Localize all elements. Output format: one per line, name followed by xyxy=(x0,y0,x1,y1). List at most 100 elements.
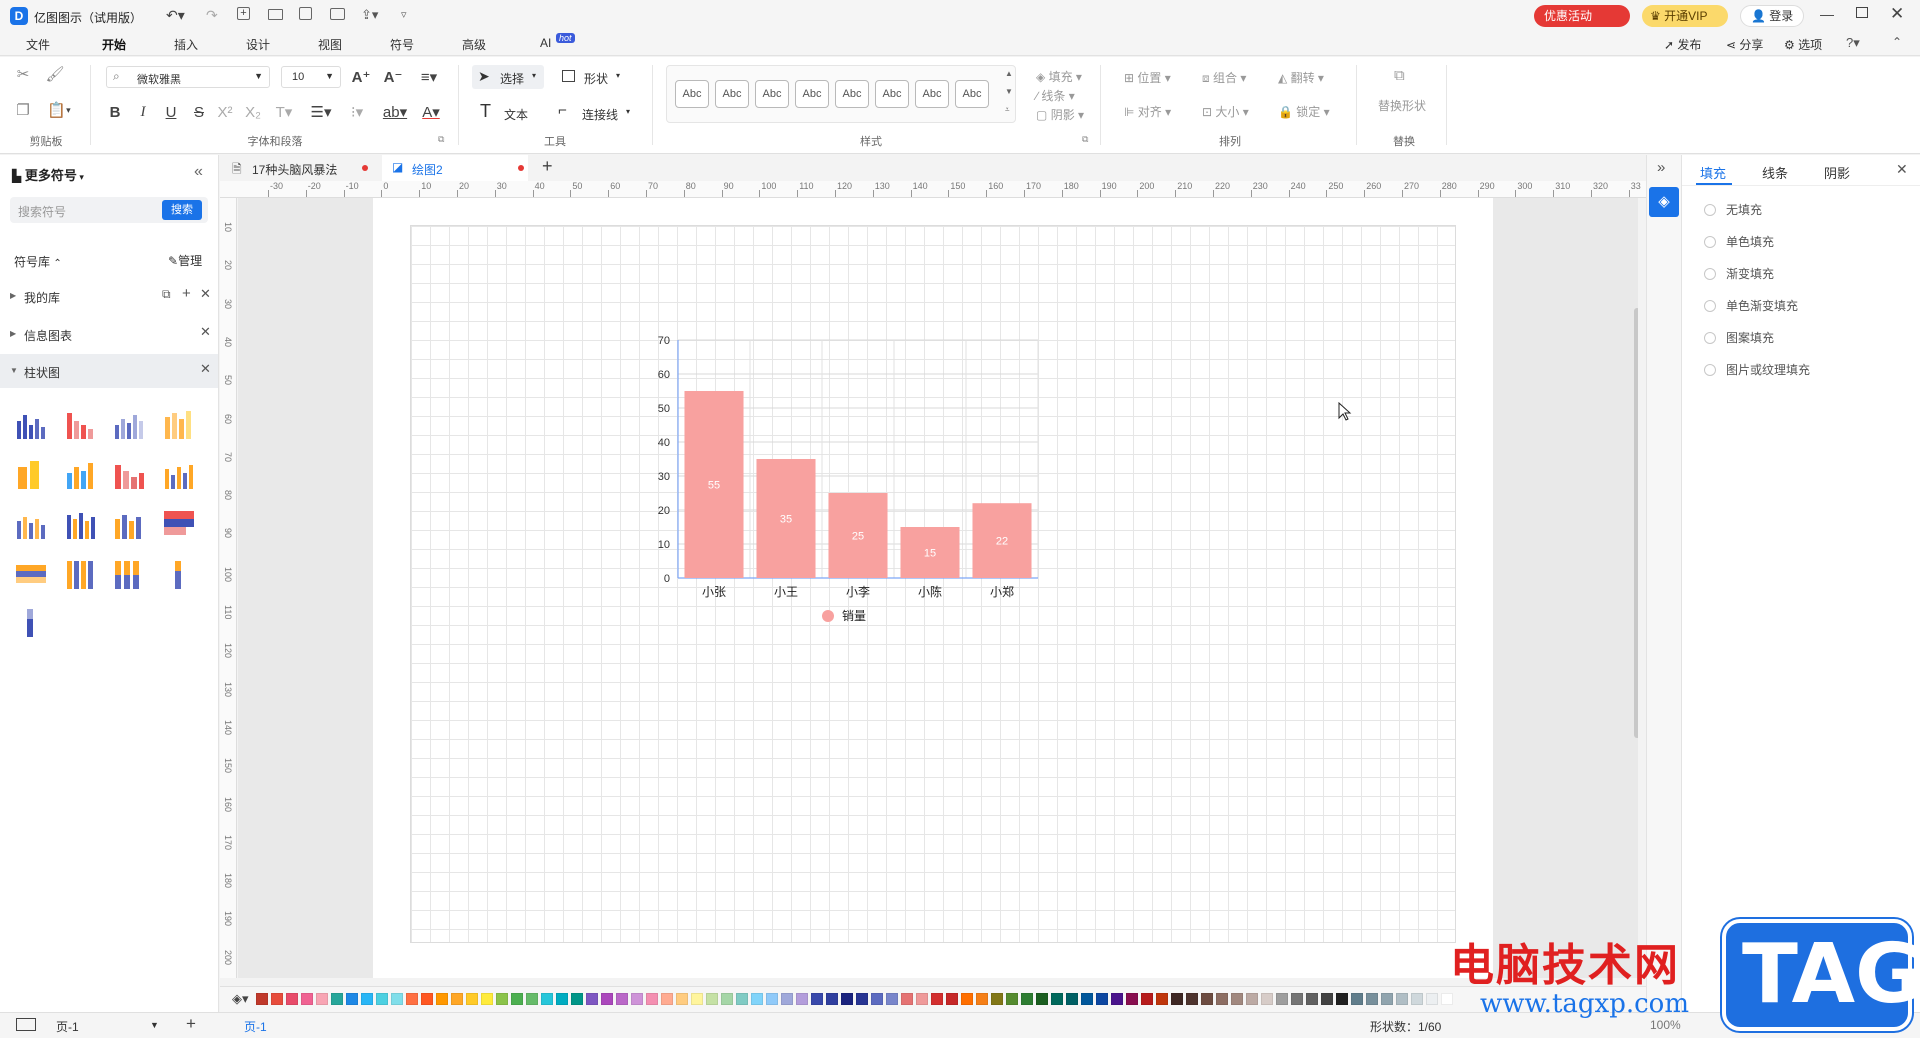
new-tab-button[interactable]: + xyxy=(542,156,553,177)
tab-fill[interactable]: 填充 xyxy=(1700,163,1726,182)
symbol-thumb[interactable] xyxy=(14,557,48,591)
color-swatch[interactable] xyxy=(871,993,883,1005)
color-swatch[interactable] xyxy=(1111,993,1123,1005)
color-swatch[interactable] xyxy=(676,993,688,1005)
restore-button[interactable] xyxy=(1856,7,1868,18)
color-swatch[interactable] xyxy=(406,993,418,1005)
copy-icon[interactable]: ❐ xyxy=(12,99,34,121)
color-swatch[interactable] xyxy=(481,993,493,1005)
lock-button[interactable]: 🔒 锁定 ▾ xyxy=(1278,103,1330,120)
color-swatch[interactable] xyxy=(1351,993,1363,1005)
superscript-icon[interactable]: X² xyxy=(214,101,236,123)
format-painter-icon[interactable]: 🖌 xyxy=(44,63,66,85)
symbol-thumb[interactable] xyxy=(64,407,98,441)
style-sample[interactable]: Abc xyxy=(875,80,909,108)
bar-chart[interactable]: 0 10 20 30 40 50 60 70 55 小张 35 小王 25 小李 15 小陈 22 小郑销量 xyxy=(638,328,1058,638)
color-swatch[interactable] xyxy=(1336,993,1348,1005)
color-swatch[interactable] xyxy=(556,993,568,1005)
color-swatch[interactable] xyxy=(736,993,748,1005)
shape-tool-button[interactable]: 形状 ▾ xyxy=(558,65,630,89)
color-swatch[interactable] xyxy=(301,993,313,1005)
tab-line[interactable]: 线条 xyxy=(1762,163,1788,182)
style-sample[interactable]: Abc xyxy=(955,80,989,108)
color-swatch[interactable] xyxy=(631,993,643,1005)
gallery-scroll-down-icon[interactable]: ▼ xyxy=(1005,87,1013,96)
increase-font-icon[interactable]: A⁺ xyxy=(350,66,372,88)
color-swatch[interactable] xyxy=(1021,993,1033,1005)
shadow-button[interactable]: ▢ 阴影 ▾ xyxy=(1036,106,1084,123)
color-swatch[interactable] xyxy=(616,993,628,1005)
color-swatch[interactable] xyxy=(1381,993,1393,1005)
decrease-font-icon[interactable]: A⁻ xyxy=(382,66,404,88)
library-item-infographic[interactable]: ▶ 信息图表 ✕ xyxy=(0,317,218,351)
color-swatch[interactable] xyxy=(571,993,583,1005)
radio[interactable] xyxy=(1704,363,1716,376)
color-swatch[interactable] xyxy=(991,993,1003,1005)
share-button[interactable]: ⋖ 分享 xyxy=(1726,36,1763,53)
color-swatch[interactable] xyxy=(376,993,388,1005)
align-text-icon[interactable]: ≡▾ xyxy=(414,66,444,88)
color-swatch[interactable] xyxy=(1051,993,1063,1005)
customize-icon[interactable]: ▿ xyxy=(401,8,407,21)
page-tab[interactable]: 页-1 xyxy=(244,1018,267,1035)
color-swatch[interactable] xyxy=(976,993,988,1005)
collapse-panel-icon[interactable]: « xyxy=(194,163,203,181)
menu-view[interactable]: 视图 xyxy=(318,36,342,53)
color-swatch[interactable] xyxy=(526,993,538,1005)
color-swatch[interactable] xyxy=(1291,993,1303,1005)
expand-panel-icon[interactable]: » xyxy=(1657,159,1665,176)
line-spacing-icon[interactable]: ☰▾ xyxy=(306,101,336,123)
page-selector[interactable]: 页-1 ▼ xyxy=(56,1018,166,1035)
align-button[interactable]: ⊫ 对齐 ▾ xyxy=(1124,103,1171,120)
paste-icon[interactable]: 📋 ▾ xyxy=(44,99,74,121)
symbol-thumb[interactable] xyxy=(162,407,196,441)
radio[interactable] xyxy=(1704,299,1716,312)
close-window-button[interactable]: ✕ xyxy=(1890,4,1904,24)
library-item-my-library[interactable]: ▶ 我的库 ⧉ + ✕ xyxy=(0,279,218,313)
symbol-thumb[interactable] xyxy=(162,457,196,491)
color-swatch[interactable] xyxy=(331,993,343,1005)
position-button[interactable]: ⊞ 位置 ▾ xyxy=(1124,69,1171,86)
print-icon[interactable] xyxy=(330,8,345,20)
color-swatch[interactable] xyxy=(661,993,673,1005)
promo-button[interactable]: 优惠活动 xyxy=(1534,5,1630,27)
gallery-scroll-up-icon[interactable]: ▲ xyxy=(1005,69,1013,78)
color-swatch[interactable] xyxy=(901,993,913,1005)
style-sample[interactable]: Abc xyxy=(755,80,789,108)
color-swatch[interactable] xyxy=(1156,993,1168,1005)
export-icon[interactable]: ⇪▾ xyxy=(361,7,378,23)
connector-tool-button[interactable]: ⌐ 连接线 ▾ xyxy=(556,101,636,125)
line-button[interactable]: ∕ 线条 ▾ xyxy=(1036,87,1075,104)
option-single-gradient-fill[interactable]: 单色渐变填充 xyxy=(1704,297,1798,314)
tab-drawing2[interactable]: ◪ 绘图2 xyxy=(382,155,528,181)
color-swatch[interactable] xyxy=(1066,993,1078,1005)
color-swatch[interactable] xyxy=(1036,993,1048,1005)
style-sample[interactable]: Abc xyxy=(795,80,829,108)
color-swatch[interactable] xyxy=(931,993,943,1005)
color-swatch[interactable] xyxy=(1006,993,1018,1005)
symbol-thumb[interactable] xyxy=(112,557,146,591)
color-swatch[interactable] xyxy=(826,993,838,1005)
color-swatch[interactable] xyxy=(1171,993,1183,1005)
add-icon[interactable]: + xyxy=(182,285,191,302)
color-swatch[interactable] xyxy=(1276,993,1288,1005)
color-swatch[interactable] xyxy=(346,993,358,1005)
manage-button[interactable]: ✎管理 xyxy=(168,252,202,269)
radio[interactable] xyxy=(1704,267,1716,280)
color-swatch[interactable] xyxy=(316,993,328,1005)
symbol-search-box[interactable]: 搜索符号 搜索 xyxy=(10,197,208,223)
add-page-button[interactable]: + xyxy=(186,1014,196,1034)
color-swatch[interactable] xyxy=(886,993,898,1005)
color-swatch[interactable] xyxy=(421,993,433,1005)
radio[interactable] xyxy=(1704,235,1716,248)
gallery-expand-icon[interactable]: ⩡ xyxy=(1005,105,1010,115)
symbol-thumb[interactable] xyxy=(112,457,146,491)
color-swatch[interactable] xyxy=(646,993,658,1005)
save-icon[interactable] xyxy=(299,7,312,20)
symbol-thumb[interactable] xyxy=(64,507,98,541)
publish-button[interactable]: ➚ 发布 xyxy=(1664,36,1701,53)
color-swatch[interactable] xyxy=(1411,993,1423,1005)
color-swatch[interactable] xyxy=(271,993,283,1005)
font-family-select[interactable]: ⌕ 微软雅黑 ▼ xyxy=(106,66,270,88)
font-size-select[interactable]: 10 ▼ xyxy=(281,66,341,88)
